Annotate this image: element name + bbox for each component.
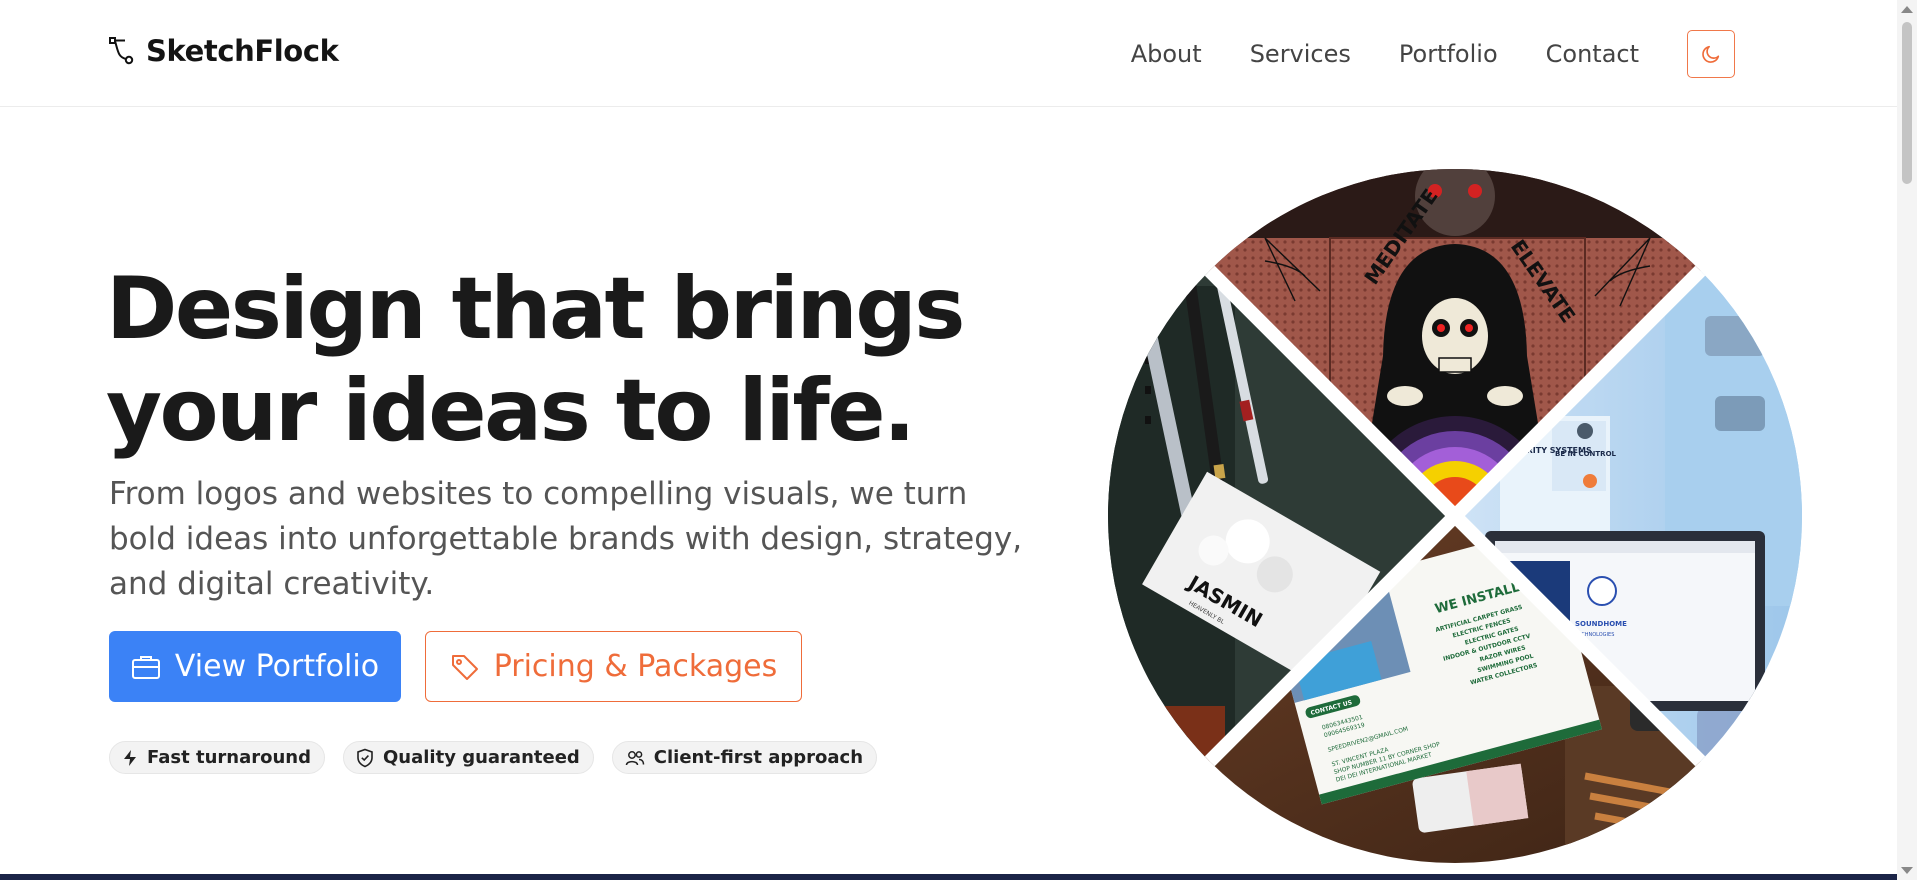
brand-name: SketchFlock [146,34,339,68]
scroll-down-arrow-icon[interactable] [1901,867,1913,874]
page-scrollbar[interactable] [1897,0,1917,880]
hero-title-line-1: Design that brings [106,259,965,359]
pricing-packages-button[interactable]: Pricing & Packages [425,631,802,702]
main-nav: About Services Portfolio Contact [1083,30,1735,78]
view-portfolio-button[interactable]: View Portfolio [109,631,401,702]
pricing-packages-label: Pricing & Packages [493,649,778,684]
flyer-sub: BE IN CONTROL [1555,450,1617,458]
badge-label: Quality guaranteed [383,747,580,768]
nav-about[interactable]: About [1131,32,1202,76]
next-section-edge [0,874,1897,880]
badge-label: Fast turnaround [147,747,311,768]
tag-icon [451,654,478,680]
brand-logo[interactable]: SketchFlock [108,34,339,68]
badge-fast-turnaround: Fast turnaround [109,741,325,774]
users-icon [625,750,645,765]
briefcase-icon [131,655,160,679]
vector-pen-icon [109,37,134,65]
scroll-up-arrow-icon[interactable] [1901,6,1913,13]
badge-quality-guaranteed: Quality guaranteed [343,741,594,774]
nav-services[interactable]: Services [1250,32,1351,76]
nav-portfolio[interactable]: Portfolio [1399,32,1498,76]
badge-client-first: Client-first approach [611,741,878,774]
nav-contact[interactable]: Contact [1546,32,1639,76]
lightning-icon [124,749,136,766]
shield-check-icon [357,748,373,767]
flyer-logo-text: SOUNDHOME [1575,620,1627,628]
feature-badges: Fast turnaround Quality guaranteed Clien… [109,741,878,774]
hero-title-line-2: your ideas to life. [106,361,916,461]
view-portfolio-label: View Portfolio [174,649,380,684]
theme-toggle-button[interactable] [1687,30,1735,78]
site-header: SketchFlock About Services Portfolio Con… [0,0,1897,107]
badge-label: Client-first approach [653,747,864,768]
scrollbar-thumb[interactable] [1902,22,1912,184]
hero-description: From logos and websites to compelling vi… [109,476,1023,602]
hero-title: Design that brings your ideas to life. [106,258,1066,462]
moon-icon [1702,45,1720,63]
portfolio-collage: MEDITATE ELEVATE SECURITY SYSTEMS BE IN … [1108,169,1802,863]
